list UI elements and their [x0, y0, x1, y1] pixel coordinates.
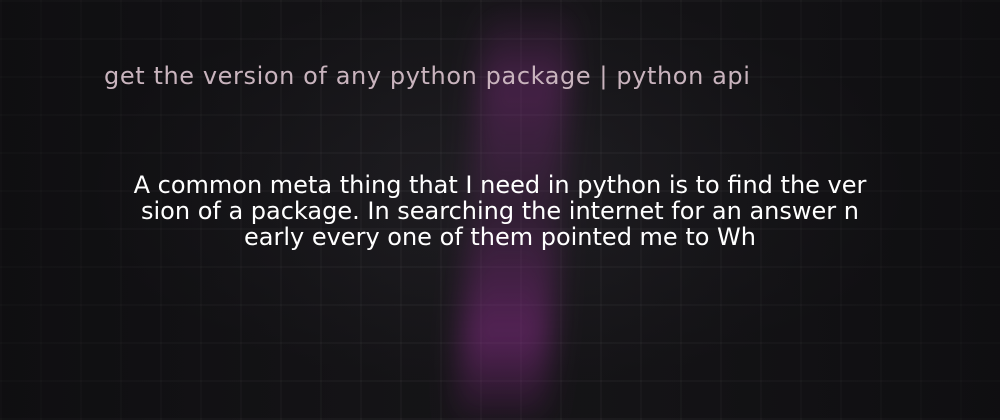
- description-line: A common meta thing that I need in pytho…: [133, 171, 867, 199]
- post-description: A common meta thing that I need in pytho…: [80, 172, 920, 250]
- social-card: get the version of any python package | …: [0, 0, 1000, 420]
- description-line: early every one of them pointed me to Wh: [244, 223, 756, 251]
- post-title: get the version of any python package | …: [104, 62, 751, 90]
- description-line: sion of a package. In searching the inte…: [141, 197, 859, 225]
